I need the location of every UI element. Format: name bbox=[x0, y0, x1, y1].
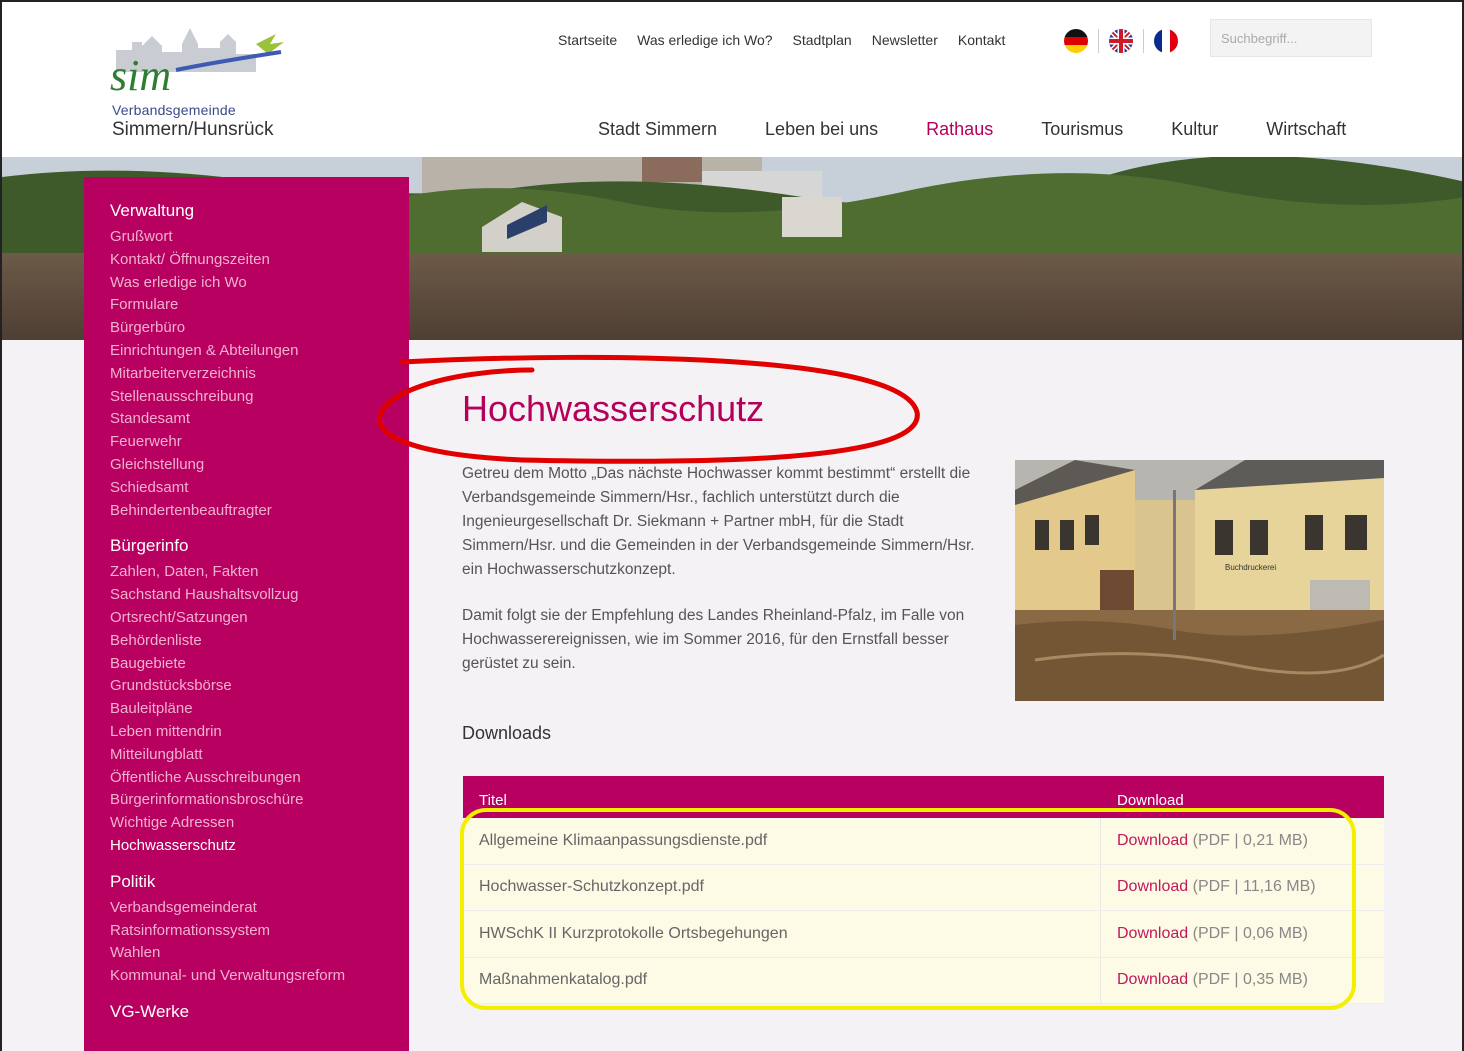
sidebar-item[interactable]: Öffentliche Ausschreibungen bbox=[110, 767, 409, 790]
second-paragraph: Damit folgt sie der Empfehlung des Lande… bbox=[462, 607, 965, 672]
sidebar-group-verwaltung: Verwaltung Grußwort Kontakt/ Öffnungszei… bbox=[110, 201, 409, 522]
sidebar-group-politik: Politik Verbandsgemeinderat Ratsinformat… bbox=[110, 872, 409, 988]
search-input[interactable] bbox=[1210, 19, 1372, 57]
downloads-heading: Downloads bbox=[462, 723, 552, 743]
sidebar-item[interactable]: Ratsinformationssystem bbox=[110, 920, 409, 943]
sidebar-item[interactable]: Einrichtungen & Abteilungen bbox=[110, 340, 409, 363]
logo-subtitle: Verbandsgemeinde bbox=[112, 102, 236, 118]
top-link-stadtplan[interactable]: Stadtplan bbox=[793, 32, 852, 48]
sidebar-item[interactable]: Grundstücksbörse bbox=[110, 675, 409, 698]
download-cell: Download (PDF | 0,06 MB) bbox=[1101, 925, 1308, 943]
language-switcher bbox=[1064, 29, 1178, 53]
nav-kultur[interactable]: Kultur bbox=[1171, 119, 1218, 140]
sidebar-item[interactable]: Kontakt/ Öffnungszeiten bbox=[110, 249, 409, 272]
sidebar-group-buergerinfo: Bürgerinfo Zahlen, Daten, Fakten Sachsta… bbox=[110, 536, 409, 857]
downloads-table: Titel Download Allgemeine Klimaanpassung… bbox=[463, 776, 1384, 1004]
table-row: Allgemeine Klimaanpassungsdienste.pdf Do… bbox=[463, 818, 1384, 865]
file-info: (PDF | 0,21 MB) bbox=[1192, 831, 1308, 849]
sidebar-item[interactable]: Gleichstellung bbox=[110, 454, 409, 477]
sidebar-item[interactable]: Standesamt bbox=[110, 408, 409, 431]
nav-stadt-simmern[interactable]: Stadt Simmern bbox=[598, 119, 717, 140]
file-title: Hochwasser-Schutzkonzept.pdf bbox=[463, 864, 1101, 910]
sidebar-item[interactable]: Mitteilungblatt bbox=[110, 744, 409, 767]
german-flag-icon[interactable] bbox=[1064, 29, 1088, 53]
download-link[interactable]: Download bbox=[1117, 971, 1188, 988]
site-logo[interactable]: sim Verbandsgemeinde Simmern/Hunsrück bbox=[106, 22, 296, 142]
download-link[interactable]: Download bbox=[1117, 925, 1188, 942]
column-header-title: Titel bbox=[479, 791, 507, 809]
sidebar-heading[interactable]: Verwaltung bbox=[110, 201, 409, 221]
download-cell: Download (PDF | 0,21 MB) bbox=[1101, 832, 1308, 850]
top-link-was-erledige[interactable]: Was erledige ich Wo? bbox=[637, 32, 772, 48]
sidebar-item[interactable]: Wichtige Adressen bbox=[110, 812, 409, 835]
file-info: (PDF | 11,16 MB) bbox=[1192, 878, 1316, 896]
browser-viewport: sim Verbandsgemeinde Simmern/Hunsrück St… bbox=[0, 0, 1464, 1051]
uk-flag-icon[interactable] bbox=[1109, 29, 1133, 53]
top-link-startseite[interactable]: Startseite bbox=[558, 32, 617, 48]
sidebar-group-vg-werke: VG-Werke bbox=[110, 1002, 409, 1022]
download-cell: Download (PDF | 0,35 MB) bbox=[1101, 971, 1308, 989]
sidebar-item[interactable]: Kommunal- und Verwaltungsreform bbox=[110, 965, 409, 988]
sidebar-item[interactable]: Ortsrecht/Satzungen bbox=[110, 607, 409, 630]
sidebar-item[interactable]: Feuerwehr bbox=[110, 431, 409, 454]
table-row: HWSchK II Kurzprotokolle Ortsbegehungen … bbox=[463, 911, 1384, 958]
sidebar-item[interactable]: Mitarbeiterverzeichnis bbox=[110, 363, 409, 386]
sidebar-item[interactable]: Schiedsamt bbox=[110, 477, 409, 500]
download-cell: Download (PDF | 11,16 MB) bbox=[1101, 878, 1316, 896]
file-title: Allgemeine Klimaanpassungsdienste.pdf bbox=[463, 818, 1101, 864]
french-flag-icon[interactable] bbox=[1154, 29, 1178, 53]
main-navigation: Stadt Simmern Leben bei uns Rathaus Tour… bbox=[598, 119, 1394, 140]
top-link-newsletter[interactable]: Newsletter bbox=[872, 32, 938, 48]
table-row: Hochwasser-Schutzkonzept.pdf Download (P… bbox=[463, 864, 1384, 911]
nav-leben-bei-uns[interactable]: Leben bei uns bbox=[765, 119, 878, 140]
logo-skyline-graphic: sim bbox=[110, 28, 284, 100]
site-header: sim Verbandsgemeinde Simmern/Hunsrück St… bbox=[2, 2, 1462, 157]
sidebar-item-hochwasserschutz[interactable]: Hochwasserschutz bbox=[110, 835, 409, 858]
top-navigation: Startseite Was erledige ich Wo? Stadtpla… bbox=[558, 32, 1005, 48]
file-title: HWSchK II Kurzprotokolle Ortsbegehungen bbox=[463, 911, 1101, 957]
file-info: (PDF | 0,35 MB) bbox=[1192, 971, 1308, 989]
file-info: (PDF | 0,06 MB) bbox=[1192, 924, 1308, 942]
sidebar-navigation: Verwaltung Grußwort Kontakt/ Öffnungszei… bbox=[84, 177, 409, 1051]
sidebar-item[interactable]: Bürgerbüro bbox=[110, 317, 409, 340]
sidebar-item[interactable]: Zahlen, Daten, Fakten bbox=[110, 561, 409, 584]
svg-text:sim: sim bbox=[110, 51, 171, 100]
download-link[interactable]: Download bbox=[1117, 832, 1188, 849]
sidebar-item[interactable]: Stellenausschreibung bbox=[110, 386, 409, 409]
intro-paragraph: Getreu dem Motto „Das nächste Hochwasser… bbox=[462, 465, 975, 578]
nav-rathaus[interactable]: Rathaus bbox=[926, 119, 993, 140]
sidebar-item[interactable]: Sachstand Haushaltsvollzug bbox=[110, 584, 409, 607]
sidebar-item[interactable]: Verbandsgemeinderat bbox=[110, 897, 409, 920]
sidebar-item[interactable]: Bürgerinformationsbroschüre bbox=[110, 789, 409, 812]
logo-title: Simmern/Hunsrück bbox=[112, 119, 274, 140]
sidebar-heading[interactable]: Politik bbox=[110, 872, 409, 892]
file-title: Maßnahmenkatalog.pdf bbox=[463, 957, 1101, 1003]
sidebar-item[interactable]: Baugebiete bbox=[110, 653, 409, 676]
sidebar-item[interactable]: Formulare bbox=[110, 294, 409, 317]
table-row: Maßnahmenkatalog.pdf Download (PDF | 0,3… bbox=[463, 957, 1384, 1004]
sidebar-item[interactable]: Was erledige ich Wo bbox=[110, 272, 409, 295]
download-link[interactable]: Download bbox=[1117, 878, 1188, 895]
sidebar-item[interactable]: Behördenliste bbox=[110, 630, 409, 653]
flood-photo: Buchdruckerei bbox=[1015, 460, 1384, 701]
sidebar-item[interactable]: Grußwort bbox=[110, 226, 409, 249]
svg-text:Buchdruckerei: Buchdruckerei bbox=[1225, 563, 1276, 572]
sidebar-item[interactable]: Leben mittendrin bbox=[110, 721, 409, 744]
flag-divider bbox=[1098, 29, 1099, 53]
nav-tourismus[interactable]: Tourismus bbox=[1041, 119, 1123, 140]
table-header: Titel Download bbox=[463, 776, 1384, 818]
flag-divider bbox=[1143, 29, 1144, 53]
top-link-kontakt[interactable]: Kontakt bbox=[958, 32, 1005, 48]
sidebar-item[interactable]: Behindertenbeauftragter bbox=[110, 500, 409, 523]
sidebar-item[interactable]: Bauleitpläne bbox=[110, 698, 409, 721]
column-header-download: Download bbox=[1117, 791, 1184, 809]
sidebar-heading[interactable]: VG-Werke bbox=[110, 1002, 409, 1022]
sidebar-heading[interactable]: Bürgerinfo bbox=[110, 536, 409, 556]
sidebar-item[interactable]: Wahlen bbox=[110, 942, 409, 965]
nav-wirtschaft[interactable]: Wirtschaft bbox=[1266, 119, 1346, 140]
page-title: Hochwasserschutz bbox=[462, 388, 765, 429]
